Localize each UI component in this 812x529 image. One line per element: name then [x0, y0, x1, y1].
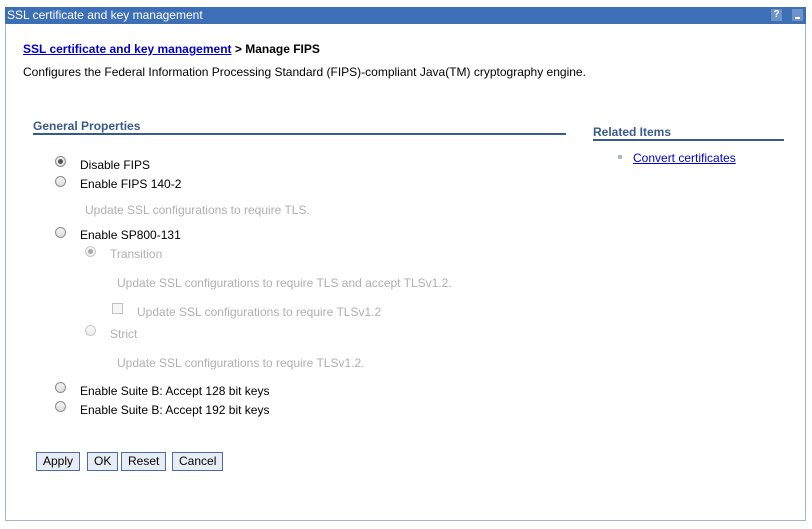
enable-fips-140-2-label: Enable FIPS 140-2 — [80, 177, 182, 191]
fips-140-2-note: Update SSL configurations to require TLS… — [85, 203, 310, 217]
suite-b-128-label: Enable Suite B: Accept 128 bit keys — [80, 384, 270, 398]
transition-tlsv12-label: Update SSL configurations to require TLS… — [137, 305, 382, 319]
suite-b-192-radio[interactable] — [55, 401, 66, 412]
strict-radio[interactable] — [85, 325, 96, 336]
disable-fips-radio[interactable] — [55, 156, 66, 167]
enable-fips-140-2-radio[interactable] — [55, 176, 66, 187]
bullet-icon — [618, 155, 622, 159]
general-properties-divider — [33, 133, 566, 135]
transition-note: Update SSL configurations to require TLS… — [117, 276, 452, 290]
transition-tlsv12-checkbox[interactable] — [112, 303, 123, 314]
strict-note: Update SSL configurations to require TLS… — [117, 356, 365, 370]
strict-label: Strict — [110, 327, 138, 341]
window-titlebar: SSL certificate and key management ? — [5, 7, 806, 24]
related-items-heading: Related Items — [593, 125, 672, 139]
transition-radio[interactable] — [85, 246, 96, 257]
enable-sp800-131-label: Enable SP800-131 — [80, 228, 181, 242]
breadcrumb: SSL certificate and key management > Man… — [23, 42, 320, 56]
convert-certificates-link[interactable]: Convert certificates — [633, 151, 736, 165]
breadcrumb-link-ssl[interactable]: SSL certificate and key management — [23, 42, 232, 56]
related-items-divider — [593, 139, 784, 141]
general-properties-heading: General Properties — [33, 119, 141, 133]
reset-button[interactable]: Reset — [121, 452, 167, 471]
minimize-icon[interactable] — [792, 9, 803, 21]
cancel-button[interactable]: Cancel — [172, 452, 224, 471]
window-title: SSL certificate and key management — [7, 8, 203, 22]
transition-label: Transition — [110, 247, 163, 261]
suite-b-128-radio[interactable] — [55, 382, 66, 393]
page-description: Configures the Federal Information Proce… — [23, 65, 586, 79]
window-frame — [5, 7, 806, 521]
ok-button[interactable]: OK — [87, 452, 119, 471]
breadcrumb-separator: > — [231, 42, 246, 56]
disable-fips-label: Disable FIPS — [80, 158, 151, 172]
apply-button[interactable]: Apply — [36, 452, 81, 471]
suite-b-192-label: Enable Suite B: Accept 192 bit keys — [80, 403, 270, 417]
enable-sp800-131-radio[interactable] — [55, 227, 66, 238]
breadcrumb-current: Manage FIPS — [245, 42, 320, 56]
help-icon[interactable]: ? — [771, 9, 782, 21]
